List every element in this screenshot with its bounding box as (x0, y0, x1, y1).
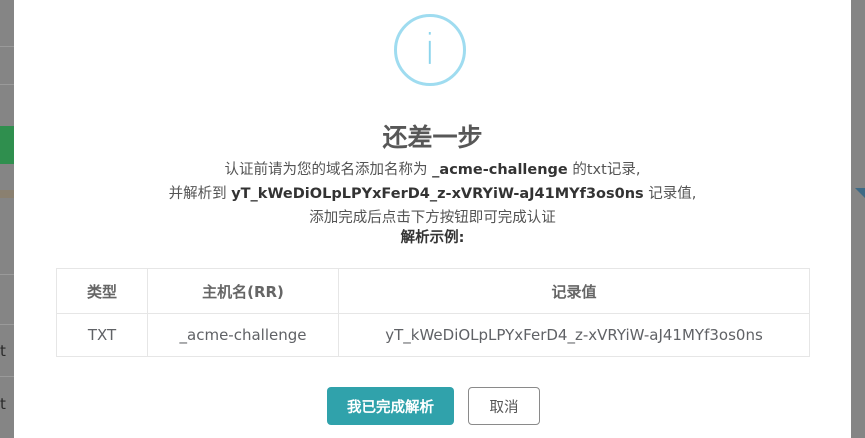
record-value: yT_kWeDiOLpLPYxFerD4_z-xVRYiW-aJ41MYf3os… (231, 186, 644, 202)
table-header-row: 类型 主机名(RR) 记录值 (56, 268, 810, 314)
example-label: 解析示例: (400, 230, 465, 246)
background-page-right (851, 0, 865, 438)
background-accent (855, 188, 865, 198)
background-row-text: t (0, 342, 6, 360)
info-icon-glyph: i (424, 25, 436, 74)
background-divider (0, 376, 14, 377)
line1-suffix: 的txt记录, (572, 162, 641, 178)
background-green-button (0, 126, 14, 164)
line1-prefix: 认证前请为您的域名添加名称为 (224, 162, 428, 178)
background-divider (0, 324, 14, 325)
cell-value: yT_kWeDiOLpLPYxFerD4_z-xVRYiW-aJ41MYf3os… (338, 313, 810, 357)
background-page-left (0, 0, 14, 438)
header-type: 类型 (56, 268, 148, 314)
dns-verification-dialog: i 还差一步 认证前请为您的域名添加名称为 _acme-challenge 的t… (14, 0, 851, 438)
info-icon: i (394, 14, 466, 86)
dialog-title: 还差一步 (382, 123, 483, 152)
background-strip (0, 190, 14, 198)
table-row: TXT _acme-challenge yT_kWeDiOLpLPYxFerD4… (56, 313, 810, 357)
background-divider (0, 274, 14, 275)
line2-prefix: 并解析到 (168, 186, 227, 202)
dns-record-table: 类型 主机名(RR) 记录值 TXT _acme-challenge yT_kW… (56, 268, 810, 357)
cell-type: TXT (56, 313, 148, 357)
header-hostname: 主机名(RR) (147, 268, 339, 314)
confirm-resolved-button[interactable]: 我已完成解析 (327, 387, 454, 425)
background-divider (0, 84, 14, 85)
description-line-2: 并解析到 yT_kWeDiOLpLPYxFerD4_z-xVRYiW-aJ41M… (14, 182, 851, 206)
background-divider (0, 46, 14, 47)
cancel-button[interactable]: 取消 (468, 387, 540, 425)
dialog-description: 认证前请为您的域名添加名称为 _acme-challenge 的txt记录, 并… (14, 158, 851, 230)
cell-hostname: _acme-challenge (147, 313, 339, 357)
header-value: 记录值 (338, 268, 810, 314)
record-name: _acme-challenge (432, 162, 568, 178)
description-line-1: 认证前请为您的域名添加名称为 _acme-challenge 的txt记录, (14, 158, 851, 182)
line2-suffix: 记录值, (648, 186, 697, 202)
background-row-text: t (0, 395, 6, 413)
